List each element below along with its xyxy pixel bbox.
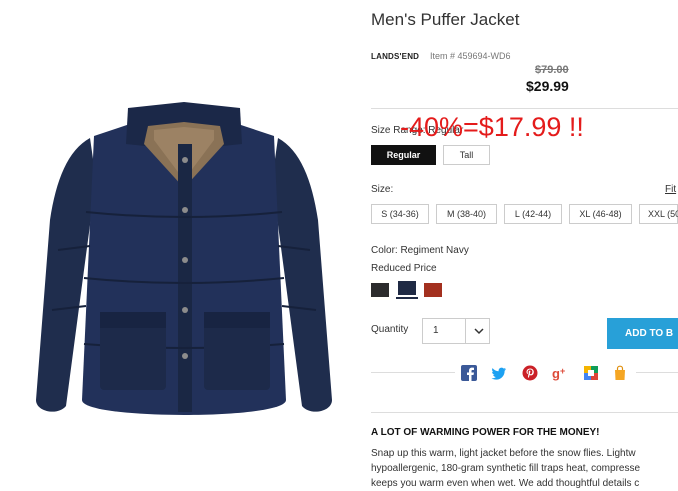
divider xyxy=(636,372,678,373)
original-price: $79.00 xyxy=(535,64,569,76)
swatch-black[interactable] xyxy=(371,283,389,297)
description-text: Snap up this warm, light jacket before t… xyxy=(371,446,678,491)
quantity-select[interactable]: 1 xyxy=(422,318,490,344)
size-range-regular-button[interactable]: Regular xyxy=(371,145,436,165)
swatch-selected-indicator xyxy=(396,281,418,299)
size-xl-button[interactable]: XL (46-48) xyxy=(569,204,632,224)
description-line: Snap up this warm, light jacket before t… xyxy=(371,448,636,459)
twitter-icon[interactable] xyxy=(491,365,507,381)
size-m-button[interactable]: M (38-40) xyxy=(436,204,497,224)
product-image[interactable] xyxy=(28,100,340,430)
reduced-price-label: Reduced Price xyxy=(371,263,437,274)
product-title: Men's Puffer Jacket xyxy=(371,10,520,29)
svg-text:g: g xyxy=(552,366,560,381)
swatch-regiment-navy[interactable] xyxy=(398,281,416,295)
sale-price: $29.99 xyxy=(526,78,569,94)
brand-logo: LANDS'END xyxy=(371,52,420,61)
divider xyxy=(465,319,466,343)
divider xyxy=(371,372,455,373)
add-to-bag-button[interactable]: ADD TO B xyxy=(607,318,678,349)
description-line: keeps you warm even when wet. We add tho… xyxy=(371,478,640,489)
pinterest-icon[interactable] xyxy=(522,365,538,381)
size-label: Size: xyxy=(371,184,394,195)
color-label: Color: Regiment Navy xyxy=(371,245,469,256)
divider xyxy=(371,412,678,413)
shopping-bag-icon[interactable] xyxy=(612,365,628,381)
size-l-button[interactable]: L (42-44) xyxy=(504,204,562,224)
quantity-label: Quantity xyxy=(371,324,409,335)
description-line: hypoallergenic, 180-gram synthetic fill … xyxy=(371,463,641,474)
chevron-down-icon xyxy=(474,328,484,335)
facebook-icon[interactable] xyxy=(461,365,477,381)
google-plus-icon[interactable]: g + xyxy=(552,365,568,381)
divider xyxy=(371,108,678,109)
svg-text:+: + xyxy=(560,366,565,376)
item-number: Item # 459694-WD6 xyxy=(430,51,511,61)
size-range-tall-button[interactable]: Tall xyxy=(443,145,490,165)
multicolor-share-icon[interactable] xyxy=(583,365,599,381)
quantity-value: 1 xyxy=(433,325,439,336)
fit-link[interactable]: Fit xyxy=(665,184,676,195)
description-heading: A LOT OF WARMING POWER FOR THE MONEY! xyxy=(371,427,600,438)
size-xxl-button[interactable]: XXL (50 xyxy=(639,204,678,224)
promo-annotation: -40%=$17.99 !! xyxy=(400,112,584,142)
swatch-red[interactable] xyxy=(424,283,442,297)
size-s-button[interactable]: S (34-36) xyxy=(371,204,429,224)
